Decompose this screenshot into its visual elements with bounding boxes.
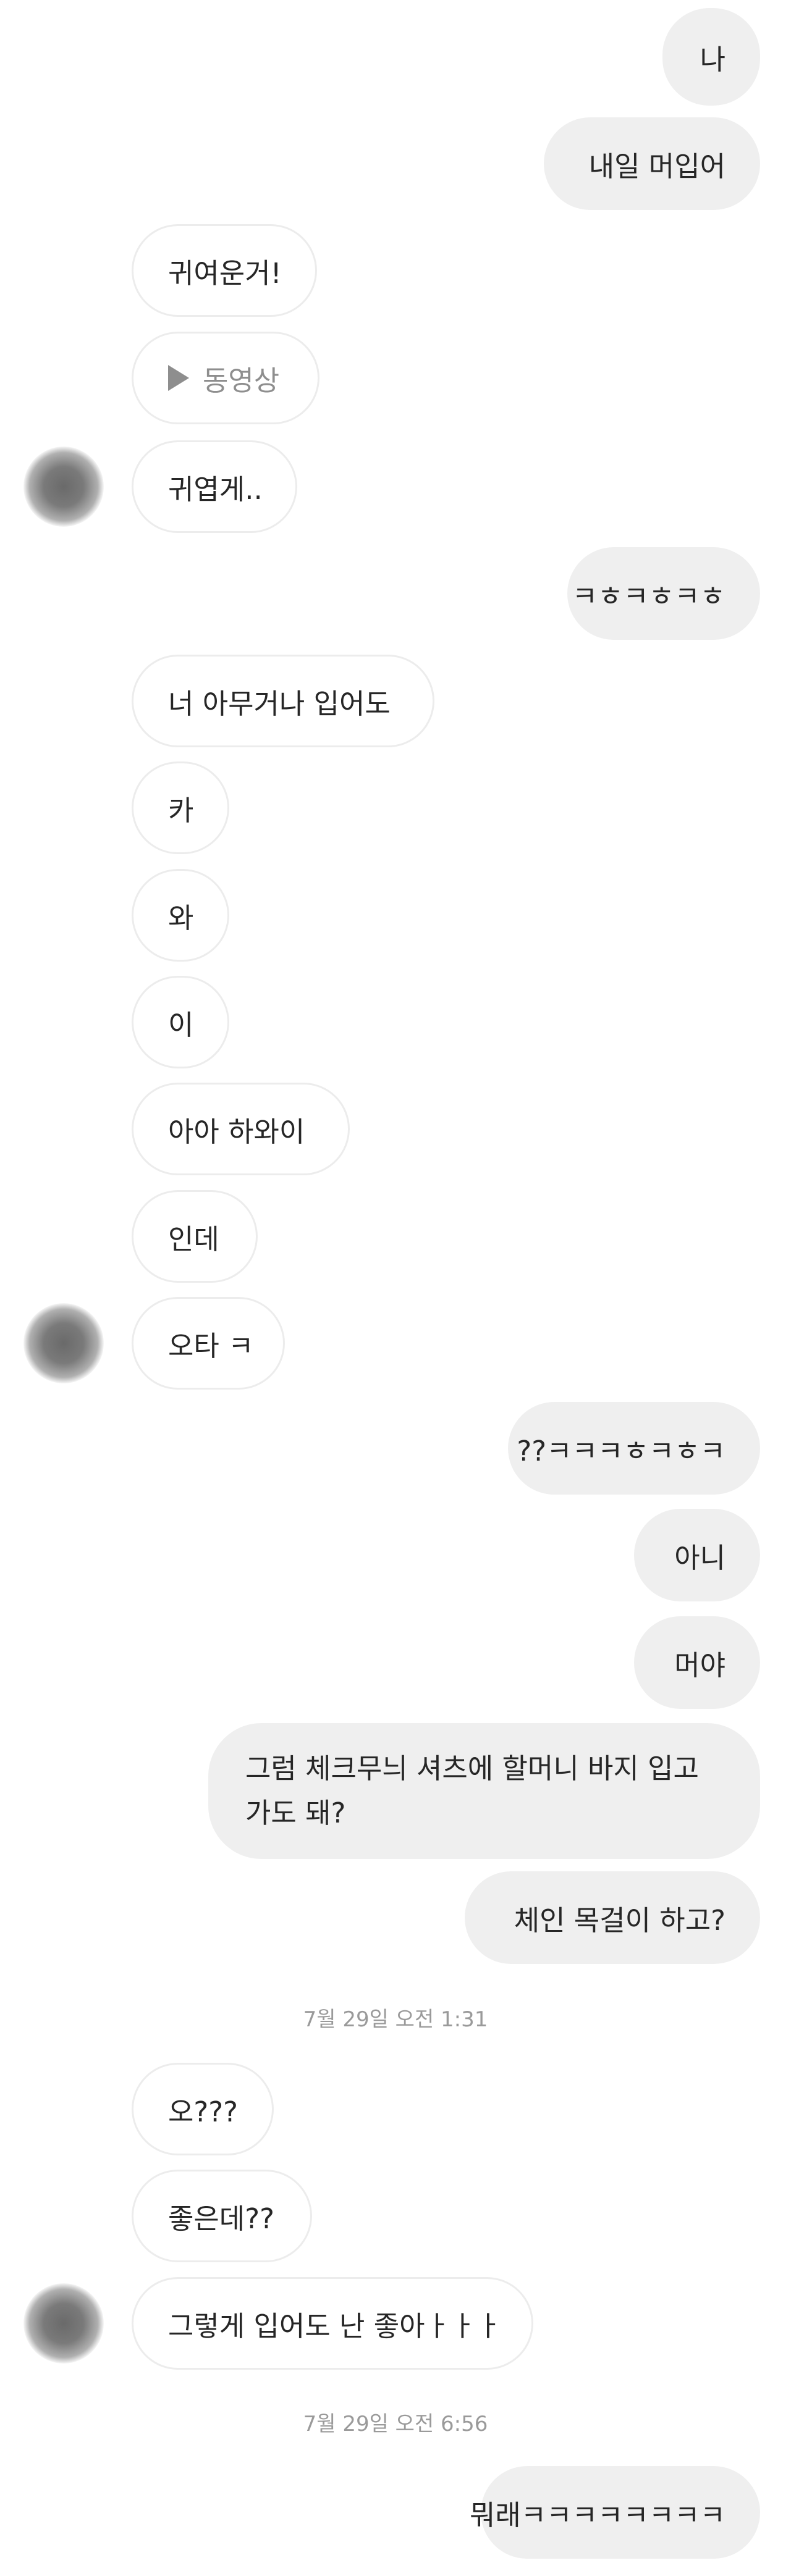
message-text: 내일 머입어	[588, 149, 725, 183]
message-text: 귀여운거!	[168, 256, 282, 290]
message-bubble-sent[interactable]: 나	[662, 8, 760, 106]
message-text: 나	[700, 43, 725, 76]
message-text: 이	[168, 1008, 194, 1041]
message-text: 카	[168, 794, 194, 827]
message-bubble-sent[interactable]: ㅋㅎㅋㅎㅋㅎ	[567, 547, 760, 640]
message-text: 오타 ㅋ	[168, 1329, 254, 1362]
message-bubble-sent[interactable]: 뭐래ㅋㅋㅋㅋㅋㅋㅋㅋ	[470, 2466, 760, 2559]
message-text: 와	[168, 901, 194, 934]
message-bubble-received[interactable]: 카	[132, 761, 229, 854]
message-bubble-sent[interactable]: 내일 머입어	[544, 117, 760, 210]
timestamp: 7월 29일 오전 6:56	[303, 2412, 488, 2436]
message-bubble-sent[interactable]: ??ㅋㅋㅋㅎㅋㅎㅋ	[508, 1402, 760, 1495]
message-bubble-sent[interactable]: 체인 목걸이 하고?	[465, 1871, 760, 1964]
message-bubble-received[interactable]: 와	[132, 869, 229, 962]
message-text: 뭐래ㅋㅋㅋㅋㅋㅋㅋㅋ	[469, 2498, 725, 2532]
timestamp: 7월 29일 오전 1:31	[303, 2007, 488, 2032]
message-bubble-received[interactable]: 귀엽게..	[132, 440, 297, 533]
message-text: 너 아무거나 입어도	[168, 687, 391, 720]
message-text: 귀엽게..	[168, 472, 263, 506]
message-bubble-received[interactable]: 그렇게 입어도 난 좋아ㅏㅏㅏ	[132, 2277, 533, 2370]
message-text: 오???	[168, 2095, 239, 2128]
avatar[interactable]	[23, 1303, 104, 1383]
message-text: 그렇게 입어도 난 좋아ㅏㅏㅏ	[168, 2309, 502, 2343]
message-bubble-received[interactable]: 인데	[132, 1190, 258, 1283]
message-bubble-received[interactable]: 아아 하와이	[132, 1083, 350, 1175]
play-icon	[168, 365, 189, 391]
video-attachment[interactable]: 동영상	[132, 332, 319, 424]
message-bubble-sent[interactable]: 아니	[634, 1509, 760, 1601]
message-text: 체인 목걸이 하고?	[514, 1903, 725, 1937]
message-text: ㅋㅎㅋㅎㅋㅎ	[572, 579, 725, 613]
message-bubble-received[interactable]: 너 아무거나 입어도	[132, 655, 434, 747]
message-text: 인데	[168, 1222, 219, 1256]
message-bubble-received[interactable]: 좋은데??	[132, 2170, 312, 2262]
message-text: 아니	[674, 1541, 725, 1574]
message-bubble-received[interactable]: 이	[132, 976, 229, 1068]
message-text: 좋은데??	[168, 2202, 274, 2235]
message-text: 머야	[674, 1648, 725, 1682]
message-bubble-sent[interactable]: 그럼 체크무늬 셔츠에 할머니 바지 입고 가도 돼?	[208, 1723, 760, 1859]
message-text: ??ㅋㅋㅋㅎㅋㅎㅋ	[517, 1434, 725, 1467]
video-label: 동영상	[203, 364, 280, 397]
message-bubble-sent[interactable]: 머야	[634, 1616, 760, 1709]
message-bubble-received[interactable]: 오???	[132, 2063, 274, 2155]
chat-thread: 나 내일 머입어 귀여운거! 동영상 귀엽게.. ㅋㅎㅋㅎㅋㅎ 너 아무거나 입…	[0, 0, 791, 2576]
message-text: 아아 하와이	[168, 1115, 305, 1148]
message-bubble-received[interactable]: 오타 ㅋ	[132, 1297, 285, 1390]
avatar[interactable]	[23, 447, 104, 527]
message-bubble-received[interactable]: 귀여운거!	[132, 224, 317, 317]
message-text: 그럼 체크무늬 셔츠에 할머니 바지 입고 가도 돼?	[245, 1752, 699, 1829]
avatar[interactable]	[23, 2283, 104, 2364]
